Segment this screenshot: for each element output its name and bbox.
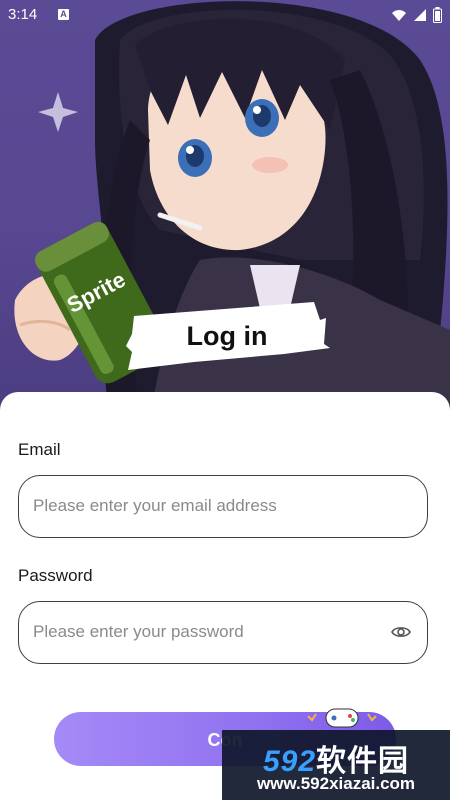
watermark-url: www.592xiazai.com <box>256 774 416 793</box>
status-bar: 3:14 A <box>0 0 450 30</box>
signal-icon <box>414 9 426 21</box>
status-indicators <box>391 7 442 23</box>
gamepad-icon <box>307 708 377 728</box>
app-notification-icon: A <box>58 9 69 20</box>
password-field-container[interactable] <box>18 601 428 664</box>
status-time: 3:14 <box>8 6 38 23</box>
email-input[interactable] <box>33 476 373 536</box>
password-input[interactable] <box>33 602 373 662</box>
page-title-ribbon: Log in <box>124 296 330 372</box>
eye-icon[interactable] <box>391 624 411 640</box>
wifi-icon <box>392 10 406 21</box>
battery-icon <box>433 7 442 23</box>
watermark-overlay: 592软件园 www.592xiazai.com <box>222 730 450 800</box>
hero-banner: Sprite 3:14 A Log in <box>0 0 450 420</box>
email-label: Email <box>18 440 61 459</box>
password-label: Password <box>18 566 93 585</box>
page-title: Log in <box>186 321 268 351</box>
email-field-container[interactable] <box>18 475 428 538</box>
